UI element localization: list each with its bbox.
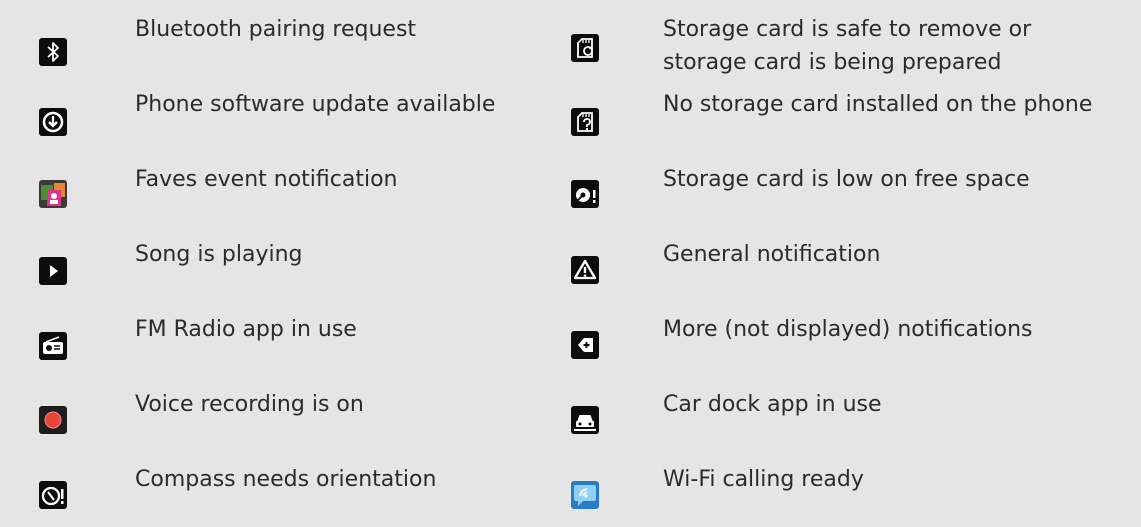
list-item: Voice recording is on xyxy=(0,375,530,445)
car-dock-icon xyxy=(571,406,599,434)
list-item: Bluetooth pairing request xyxy=(0,0,530,70)
item-label: Phone software update available xyxy=(135,92,496,117)
item-label: Storage card is safe to remove or storag… xyxy=(663,17,1032,75)
no-storage-card-icon xyxy=(571,108,599,136)
faves-icon xyxy=(39,180,67,208)
list-item: Storage card is safe to remove or storag… xyxy=(530,0,1141,75)
recording-icon xyxy=(39,406,67,434)
list-item: Wi-Fi calling ready xyxy=(530,450,1141,520)
radio-icon xyxy=(39,332,67,360)
item-label: Faves event notification xyxy=(135,167,398,192)
compass-icon xyxy=(39,481,67,509)
list-item: Faves event notification xyxy=(0,150,530,220)
item-label: Compass needs orientation xyxy=(135,467,437,492)
item-label: Car dock app in use xyxy=(663,392,882,417)
list-item: Song is playing xyxy=(0,225,530,295)
storage-card-prepare-icon xyxy=(571,34,599,62)
list-item: Compass needs orientation xyxy=(0,450,530,520)
list-item: Phone software update available xyxy=(0,75,530,145)
list-item: FM Radio app in use xyxy=(0,300,530,370)
storage-low-icon xyxy=(571,180,599,208)
warning-icon xyxy=(571,256,599,284)
item-label: Wi-Fi calling ready xyxy=(663,467,864,492)
more-notifications-icon xyxy=(571,331,599,359)
wifi-calling-icon xyxy=(571,481,599,509)
item-label: Storage card is low on free space xyxy=(663,167,1030,192)
list-item: More (not displayed) notifications xyxy=(530,300,1141,370)
item-label: Voice recording is on xyxy=(135,392,364,417)
bluetooth-icon xyxy=(39,38,67,66)
list-item: No storage card installed on the phone xyxy=(530,75,1141,145)
play-icon xyxy=(39,257,67,285)
item-label: Song is playing xyxy=(135,242,303,267)
item-label: Bluetooth pairing request xyxy=(135,17,417,42)
item-label: FM Radio app in use xyxy=(135,317,357,342)
list-item: General notification xyxy=(530,225,1141,295)
notification-icons-table: Bluetooth pairing request Phone software… xyxy=(0,0,1141,527)
list-item: Storage card is low on free space xyxy=(530,150,1141,220)
list-item: Car dock app in use xyxy=(530,375,1141,445)
item-label: No storage card installed on the phone xyxy=(663,92,1093,117)
software-update-icon xyxy=(39,108,67,136)
item-label: More (not displayed) notifications xyxy=(663,317,1033,342)
item-label: General notification xyxy=(663,242,881,267)
